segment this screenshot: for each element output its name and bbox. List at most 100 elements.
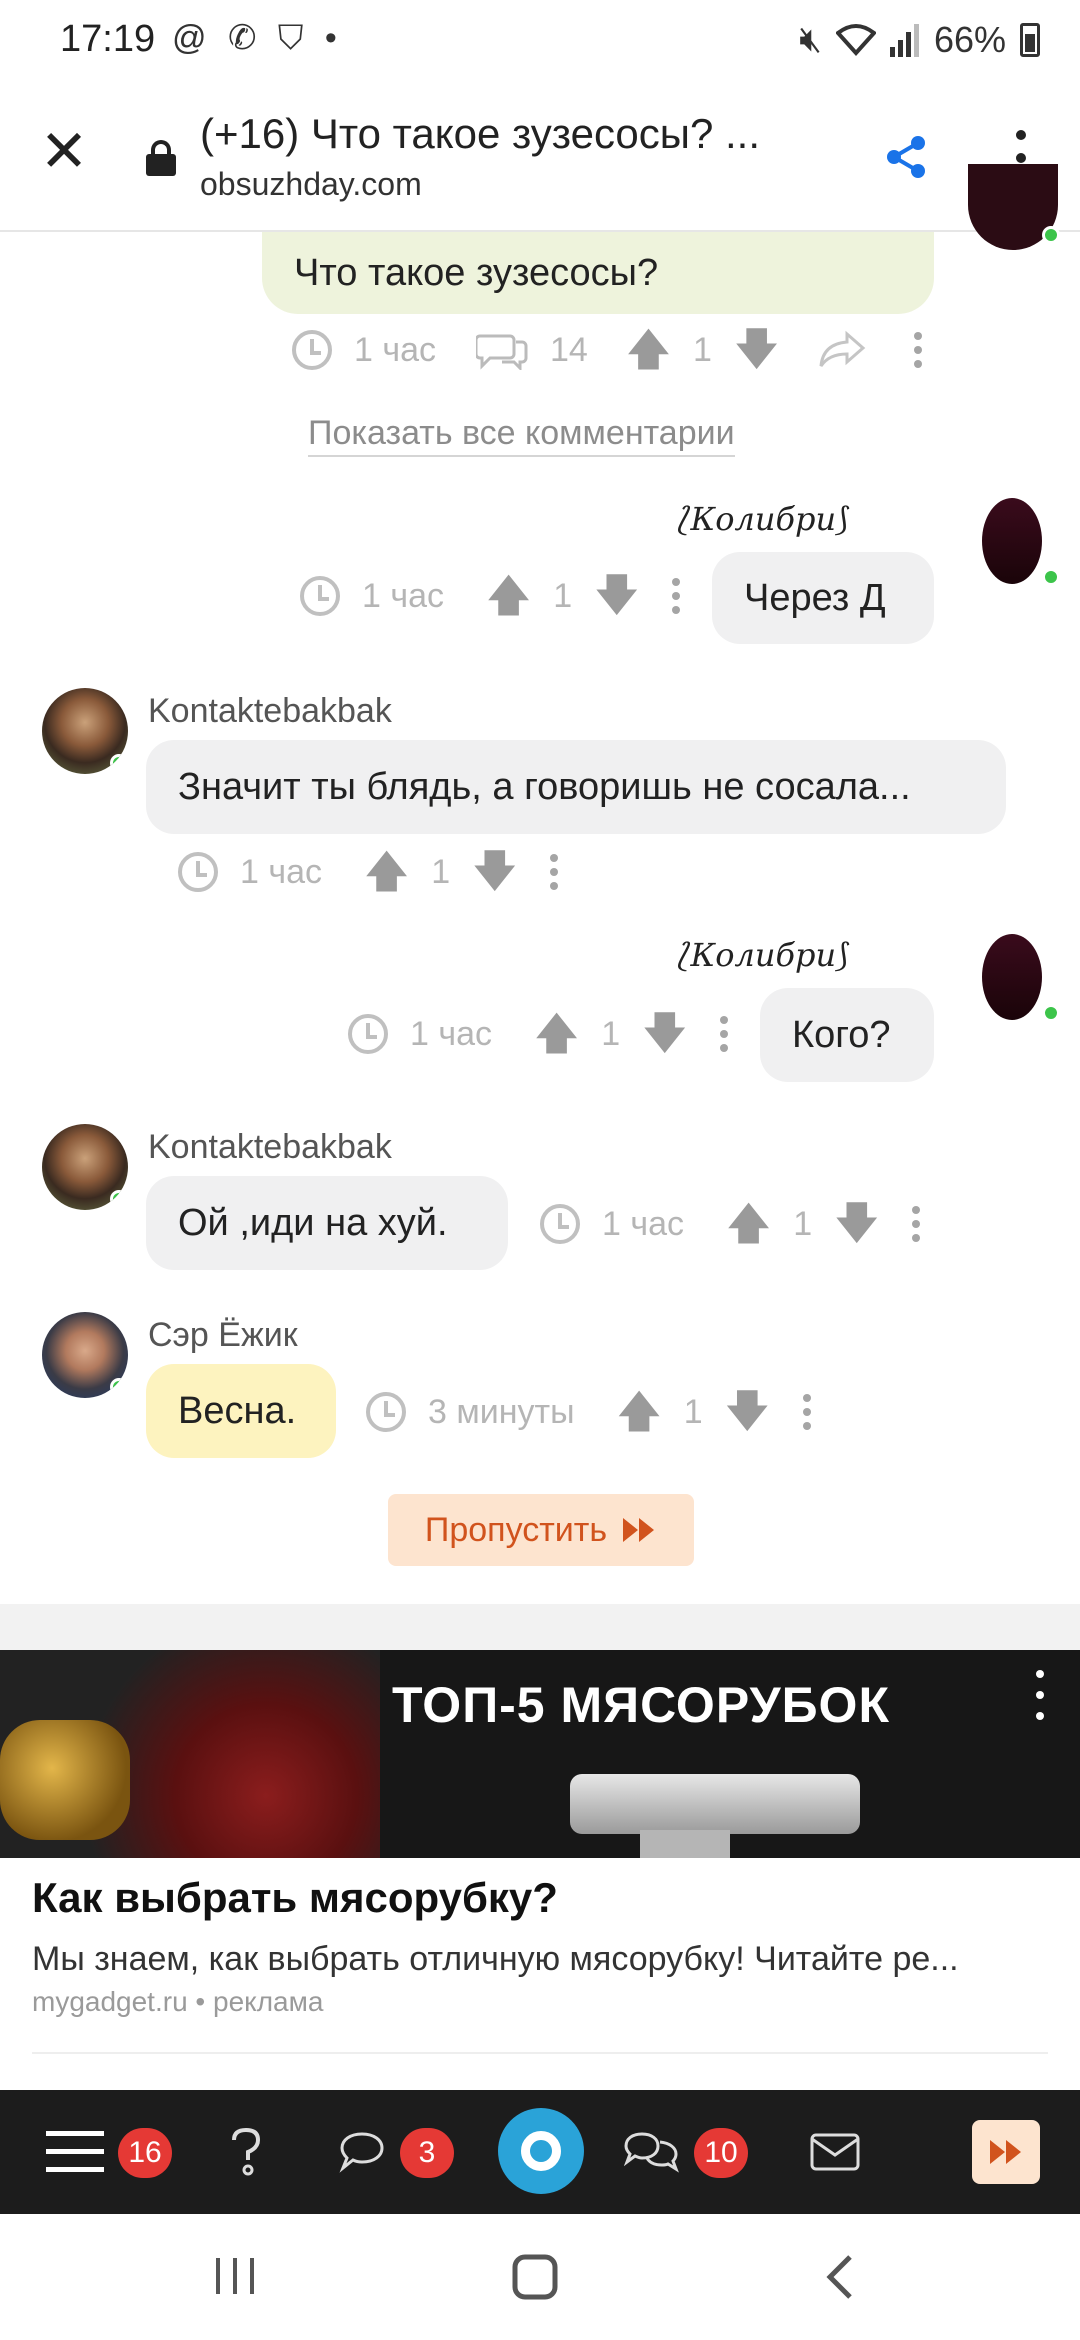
- messages-button[interactable]: [338, 2090, 386, 2214]
- lock-icon[interactable]: [146, 140, 176, 176]
- comments-count: 14: [549, 330, 588, 369]
- questions-button[interactable]: [226, 2090, 266, 2214]
- comment-votes: 1: [793, 1204, 813, 1243]
- comment-author-name[interactable]: Kontaktebakbak: [148, 692, 392, 731]
- upvote-icon[interactable]: 🡅: [626, 328, 671, 372]
- comment-time: 1 час: [410, 1014, 492, 1053]
- share-icon[interactable]: [884, 134, 930, 180]
- question-mark-icon: [232, 2127, 261, 2176]
- fast-forward-icon: [990, 2140, 1021, 2164]
- home-logo-button[interactable]: [498, 2108, 584, 2194]
- ad-description[interactable]: Мы знаем, как выбрать отличную мясорубку…: [32, 1940, 1052, 1979]
- status-time: 17:19: [60, 18, 156, 60]
- chat-bubble-icon: [339, 2132, 384, 2173]
- page-url[interactable]: obsuzhday.com: [200, 166, 422, 203]
- home-icon[interactable]: [512, 2254, 558, 2300]
- upvote-icon[interactable]: 🡅: [726, 1202, 771, 1246]
- system-nav-bar: [0, 2214, 1080, 2340]
- ad-banner-image[interactable]: ТОП-5 МЯСОРУБОК: [0, 1650, 1080, 1858]
- upvote-icon[interactable]: 🡅: [617, 1390, 662, 1434]
- messages-badge: 3: [400, 2128, 454, 2178]
- comments-icon[interactable]: [475, 330, 528, 370]
- ad-source[interactable]: mygadget.ru • реклама: [32, 1986, 323, 2018]
- clock-icon: [540, 1204, 580, 1244]
- comment-bubble: Через Д: [712, 552, 934, 644]
- question-author-avatar[interactable]: [968, 164, 1060, 250]
- comment-author-name[interactable]: Kontaktebakbak: [148, 1128, 392, 1167]
- comment-bubble: Кого?: [760, 988, 934, 1082]
- comment-text: Значит ты блядь, а говоришь не сосала...: [178, 765, 911, 808]
- comment-meta: 1 час 🡅 1 🡇: [540, 1202, 921, 1246]
- fast-forward-icon: [623, 1518, 655, 1542]
- comment-author-name[interactable]: Сэр Ёжик: [148, 1316, 298, 1355]
- comment-more-icon[interactable]: [802, 1394, 812, 1430]
- menu-button[interactable]: [46, 2090, 104, 2214]
- ad-divider: [32, 2052, 1048, 2054]
- signal-icon: [889, 23, 919, 57]
- comment-more-icon[interactable]: [671, 578, 681, 614]
- back-icon[interactable]: [824, 2254, 854, 2300]
- next-question-button[interactable]: [972, 2120, 1040, 2184]
- comment-meta: 1 час 🡅 1 🡇: [300, 574, 681, 618]
- wifi-icon: [835, 23, 876, 56]
- clock-icon: [300, 576, 340, 616]
- browser-toolbar: ✕ (+16) Что такое зузесосы? ... obsuzhda…: [0, 84, 1080, 232]
- comment-author-name[interactable]: ⟅Колибри⟆: [678, 500, 849, 538]
- upvote-icon[interactable]: 🡅: [486, 574, 531, 618]
- close-icon[interactable]: ✕: [36, 123, 92, 181]
- question-more-icon[interactable]: [913, 332, 923, 368]
- ad-title[interactable]: Как выбрать мясорубку?: [32, 1874, 558, 1922]
- ad-more-icon[interactable]: [1026, 1670, 1054, 1720]
- comment-meta: 1 час 🡅 1 🡇: [178, 850, 559, 894]
- downvote-icon[interactable]: 🡇: [734, 328, 779, 372]
- comment-time: 1 час: [362, 576, 444, 615]
- upvote-icon[interactable]: 🡅: [364, 850, 409, 894]
- clock-icon: [348, 1014, 388, 1054]
- comment-time: 1 час: [240, 852, 322, 891]
- status-right: 🔇︎ 66%: [799, 18, 1040, 61]
- downvote-icon[interactable]: 🡇: [594, 574, 639, 618]
- comment-author-avatar[interactable]: [42, 1312, 128, 1398]
- question-meta: 1 час 14 🡅 1 🡇: [292, 328, 923, 372]
- comment-votes: 1: [553, 576, 573, 615]
- question-time: 1 час: [354, 330, 436, 369]
- question-text: Что такое зузесосы?: [294, 251, 659, 294]
- page-title[interactable]: (+16) Что такое зузесосы? ...: [200, 110, 840, 158]
- comment-votes: 1: [683, 1392, 703, 1431]
- reply-share-icon[interactable]: [817, 330, 867, 370]
- comment-meta: 3 минуты 🡅 1 🡇: [366, 1390, 812, 1434]
- comment-more-icon[interactable]: [719, 1016, 729, 1052]
- downvote-icon[interactable]: 🡇: [725, 1390, 770, 1434]
- flourish-left-icon: ⟅: [678, 936, 691, 974]
- comment-author-avatar[interactable]: [968, 934, 1060, 1024]
- downvote-icon[interactable]: 🡇: [642, 1012, 687, 1056]
- status-bar: 17:19 @ ✆ ⛉ • 🔇︎ 66%: [0, 0, 1080, 84]
- comment-author-name[interactable]: ⟅Колибри⟆: [678, 936, 849, 974]
- comment-author-avatar[interactable]: [42, 1124, 128, 1210]
- comment-author-avatar[interactable]: [968, 498, 1060, 588]
- downvote-icon[interactable]: 🡇: [472, 850, 517, 894]
- mute-icon: 🔇︎: [799, 18, 822, 59]
- show-all-comments-link[interactable]: Показать все комментарии: [308, 414, 735, 457]
- ad-banner-title: ТОП-5 МЯСОРУБОК: [392, 1677, 890, 1733]
- menu-badge: 16: [118, 2128, 172, 2178]
- downvote-icon[interactable]: 🡇: [834, 1202, 879, 1246]
- chats-icon: [624, 2132, 679, 2173]
- question-votes: 1: [693, 330, 712, 369]
- upvote-icon[interactable]: 🡅: [534, 1012, 579, 1056]
- recent-apps-icon[interactable]: [214, 2256, 256, 2296]
- comment-votes: 1: [431, 852, 451, 891]
- comment-more-icon[interactable]: [911, 1206, 921, 1242]
- flourish-right-icon: ⟆: [836, 500, 849, 538]
- comment-more-icon[interactable]: [549, 854, 559, 890]
- chats-button[interactable]: [624, 2090, 680, 2214]
- comment-text: Ой ,иди на хуй.: [178, 1201, 448, 1244]
- envelope-icon: [810, 2133, 860, 2171]
- skip-button[interactable]: Пропустить: [388, 1494, 694, 1566]
- comment-time: 1 час: [602, 1204, 684, 1243]
- mail-button[interactable]: [810, 2090, 860, 2214]
- comment-author-avatar[interactable]: [42, 688, 128, 774]
- clock-icon: [292, 330, 332, 370]
- comment-text: Весна.: [178, 1389, 297, 1432]
- hamburger-icon: [46, 2131, 104, 2172]
